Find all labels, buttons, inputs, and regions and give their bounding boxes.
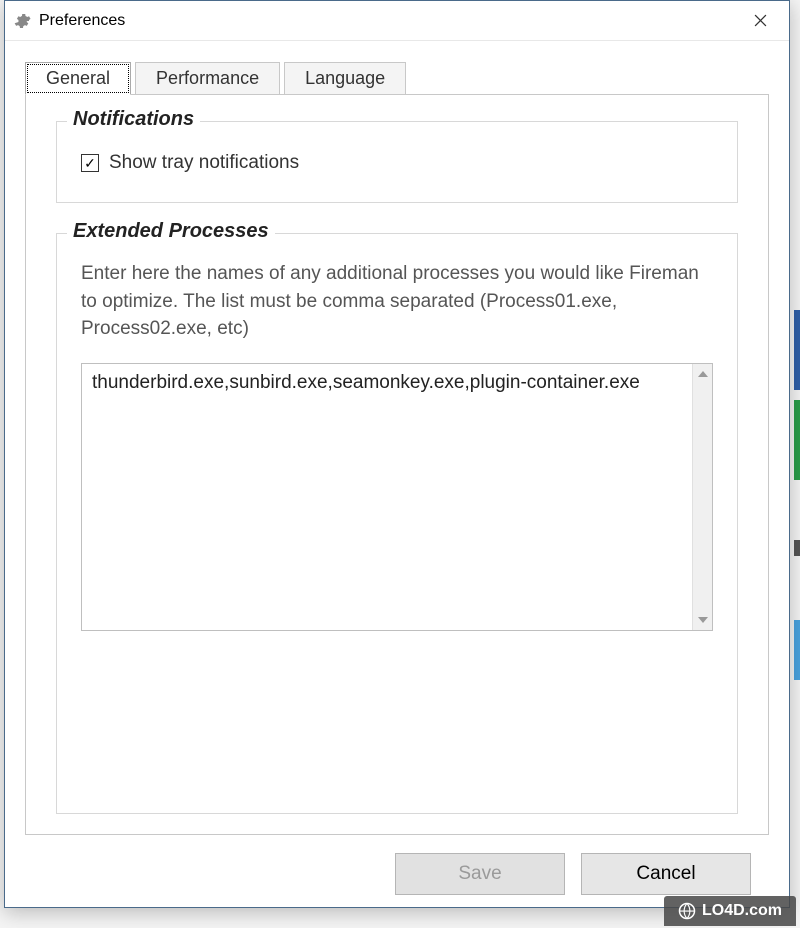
save-button[interactable]: Save <box>395 853 565 895</box>
extended-helptext: Enter here the names of any additional p… <box>81 260 713 343</box>
tab-language[interactable]: Language <box>284 62 406 95</box>
show-tray-row: ✓ Show tray notifications <box>81 152 713 174</box>
notifications-legend: Notifications <box>67 108 200 131</box>
dialog-buttons: Save Cancel <box>25 835 769 895</box>
gear-icon <box>13 12 31 30</box>
watermark: LO4D.com <box>664 896 796 926</box>
show-tray-checkbox[interactable]: ✓ <box>81 154 99 172</box>
bg-stripe <box>794 310 800 390</box>
window-title: Preferences <box>39 12 125 30</box>
bg-stripe <box>794 400 800 480</box>
watermark-text: LO4D.com <box>702 902 782 920</box>
check-icon: ✓ <box>84 156 96 170</box>
cancel-button[interactable]: Cancel <box>581 853 751 895</box>
notifications-group: Notifications ✓ Show tray notifications <box>56 121 738 203</box>
scroll-down-icon[interactable] <box>693 610 712 630</box>
extended-legend: Extended Processes <box>67 220 275 243</box>
client-area: General Performance Language Notificatio… <box>5 41 789 907</box>
close-button[interactable] <box>735 5 785 37</box>
tab-general[interactable]: General <box>25 62 131 95</box>
tab-panel-general: Notifications ✓ Show tray notifications … <box>25 94 769 835</box>
bg-stripe <box>794 620 800 680</box>
titlebar: Preferences <box>5 1 789 41</box>
extended-processes-group: Extended Processes Enter here the names … <box>56 233 738 814</box>
processes-textarea-wrap <box>81 363 713 631</box>
close-icon <box>754 14 767 27</box>
scroll-up-icon[interactable] <box>693 364 712 384</box>
bg-stripe <box>794 540 800 556</box>
globe-icon <box>678 902 696 920</box>
processes-textarea[interactable] <box>82 364 692 630</box>
preferences-window: Preferences General Performance Language… <box>4 0 790 908</box>
tabs: General Performance Language <box>25 61 769 94</box>
show-tray-label: Show tray notifications <box>109 152 299 174</box>
textarea-scrollbar[interactable] <box>692 364 712 630</box>
tab-performance[interactable]: Performance <box>135 62 280 95</box>
